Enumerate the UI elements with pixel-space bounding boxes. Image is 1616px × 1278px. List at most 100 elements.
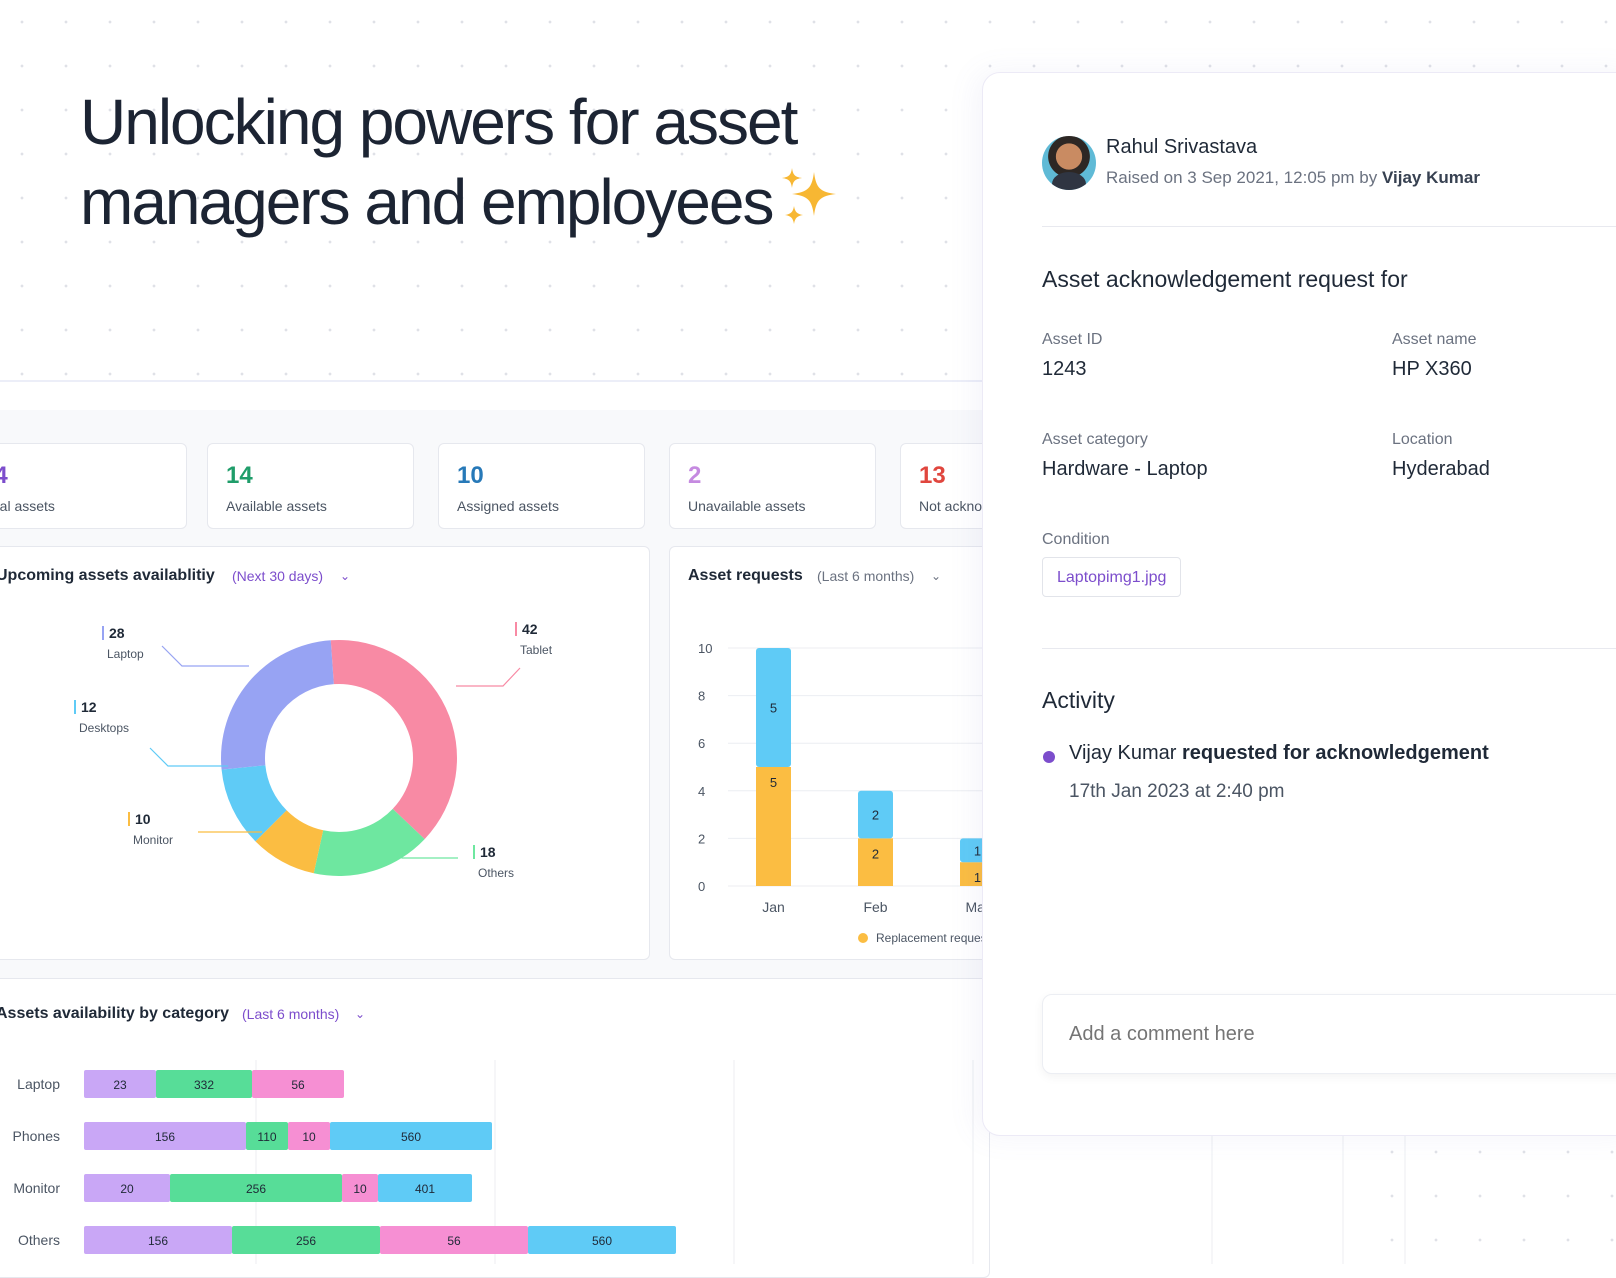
chevron-down-icon[interactable]: ⌄	[340, 569, 350, 583]
hero-line-2-text: managers and employees	[80, 166, 774, 238]
asset-category-label: Asset category	[1042, 431, 1148, 448]
leader-line	[149, 747, 228, 767]
section-divider	[0, 380, 990, 382]
bar-value-label: 156	[155, 1130, 175, 1144]
slice-label: Desktops	[79, 721, 129, 735]
bar-value-label: 2	[872, 846, 879, 861]
legend-marker	[74, 700, 76, 714]
stat-card[interactable]: 2 Unavailable assets	[669, 443, 876, 529]
asset-name-label: Asset name	[1392, 331, 1477, 348]
y-tick-label: 8	[698, 689, 705, 704]
stat-value: 14	[226, 462, 253, 489]
donut-chart: 42 Tablet 18 Others 10 Monitor 12 Desktops 28 Lap…	[74, 621, 553, 880]
stat-card[interactable]: 10 Assigned assets	[438, 443, 645, 529]
hero-line-1: Unlocking powers for asset	[80, 86, 798, 158]
request-heading: Asset acknowledgement request for	[1042, 266, 1408, 292]
y-tick-label: 2	[698, 831, 705, 846]
requester-name: Rahul Srivastava	[1106, 136, 1258, 158]
slice-label: Laptop	[107, 647, 144, 661]
slice-label: Monitor	[133, 833, 173, 847]
stat-label: Assigned assets	[457, 498, 559, 514]
activity-action: requested for acknowledgement	[1182, 742, 1489, 764]
stat-value: 10	[457, 462, 484, 489]
chevron-down-icon[interactable]: ⌄	[355, 1007, 365, 1021]
leader-line	[456, 667, 521, 687]
bar-value-label: 23	[113, 1078, 127, 1092]
slice-value: 42	[522, 621, 538, 637]
condition-label: Condition	[1042, 531, 1110, 548]
y-tick-label: 0	[698, 879, 705, 894]
y-tick-label: 6	[698, 736, 705, 751]
stat-value: 34	[0, 462, 8, 490]
panel-divider	[1042, 226, 1616, 227]
bar-value-label: 5	[770, 701, 777, 716]
leader-line	[161, 645, 249, 667]
activity-time: 17th Jan 2023 at 2:40 pm	[1069, 781, 1285, 802]
requests-title: Asset requests	[688, 567, 803, 584]
raised-by: Vijay Kumar	[1381, 168, 1480, 187]
y-tick-label: 4	[698, 784, 705, 799]
legend-marker	[473, 845, 475, 859]
activity-dot	[1043, 751, 1055, 763]
category-label: Phones	[13, 1128, 60, 1144]
raised-prefix: Raised on 3 Sep 2021, 12:05 pm by	[1106, 168, 1378, 187]
slice-value: 18	[480, 844, 496, 860]
panel-divider	[1042, 648, 1616, 649]
upcoming-title: Upcoming assets availablitiy	[0, 567, 215, 584]
bar-value-label: 5	[770, 775, 777, 790]
category-label: Others	[18, 1232, 60, 1248]
stat-label: Unavailable assets	[688, 498, 806, 514]
slice-label: Others	[478, 866, 514, 880]
activity-text: Vijay Kumar requested for acknowledgemen…	[1069, 742, 1489, 765]
activity-heading: Activity	[1042, 687, 1115, 713]
slice-value: 10	[135, 811, 151, 827]
slice-label: Tablet	[520, 643, 553, 657]
category-label: Monitor	[13, 1180, 60, 1196]
legend-marker	[128, 812, 130, 826]
legend-marker	[102, 626, 104, 640]
asset-requests-chart: 024681055Jan22Feb11MarReplacement reques…	[698, 641, 1000, 945]
bar-value-label: 156	[148, 1234, 168, 1248]
location-label: Location	[1392, 431, 1453, 448]
asset-name-value: HP X360	[1392, 358, 1472, 380]
hero-line-2: managers and employees	[80, 162, 900, 248]
bar-value-label: 10	[302, 1130, 316, 1144]
bar-value-label: 332	[194, 1078, 214, 1092]
bar-value-label: 20	[120, 1182, 134, 1196]
stat-card[interactable]: 14 Available assets	[207, 443, 414, 529]
x-tick-label: Feb	[863, 899, 887, 915]
bar-value-label: 560	[401, 1130, 421, 1144]
bar-value-label: 110	[257, 1130, 276, 1144]
upcoming-filter[interactable]: (Next 30 days)	[232, 568, 323, 584]
sparkles-icon	[778, 166, 842, 248]
slice-value: 28	[109, 625, 125, 641]
requests-filter[interactable]: (Last 6 months)	[817, 568, 914, 584]
y-tick-label: 10	[698, 641, 712, 656]
legend-label: Replacement request	[876, 931, 991, 945]
condition-file-link[interactable]: Laptopimg1.jpg	[1042, 557, 1182, 597]
legend-marker	[515, 622, 517, 636]
raised-info: Raised on 3 Sep 2021, 12:05 pm by Vijay …	[1106, 168, 1480, 188]
hero-heading: Unlocking powers for asset managers and …	[80, 82, 900, 248]
category-title: Assets availability by category	[0, 1005, 229, 1022]
avatar	[1042, 136, 1096, 190]
bar-value-label: 1	[974, 843, 981, 858]
acknowledgement-panel	[982, 72, 1616, 1136]
category-filter[interactable]: (Last 6 months)	[242, 1006, 339, 1022]
stat-card[interactable]: 34 Total assets	[0, 443, 187, 529]
chevron-down-icon[interactable]: ⌄	[931, 569, 941, 583]
bar-value-label: 10	[353, 1182, 367, 1196]
bar-value-label: 256	[246, 1182, 266, 1196]
stat-label: Total assets	[0, 498, 55, 514]
bar-value-label: 560	[592, 1234, 612, 1248]
location-value: Hyderabad	[1392, 458, 1490, 480]
asset-id-label: Asset ID	[1042, 331, 1103, 348]
bar-value-label: 56	[291, 1078, 305, 1092]
donut-slice	[330, 640, 457, 840]
legend-dot	[858, 933, 868, 943]
bar-value-label: 1	[974, 870, 981, 885]
comment-input[interactable]	[1042, 994, 1616, 1074]
stat-value: 2	[688, 462, 702, 489]
bar-value-label: 256	[296, 1234, 316, 1248]
bar-value-label: 56	[447, 1234, 461, 1248]
